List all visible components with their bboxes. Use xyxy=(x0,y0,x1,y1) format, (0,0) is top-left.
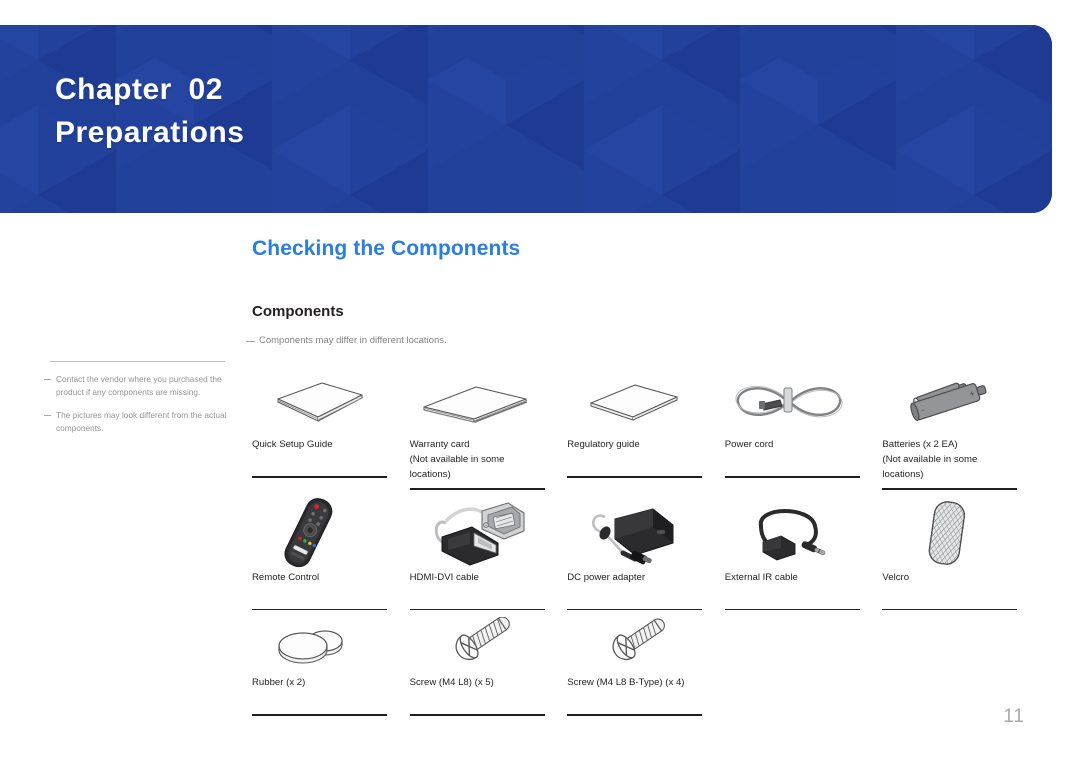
component-item: Screw (M4 L8) (x 5) xyxy=(409,614,568,716)
sidebar-note-text: The pictures may look different from the… xyxy=(56,409,227,434)
component-divider xyxy=(409,714,545,716)
component-caption: DC power adapter xyxy=(567,571,725,605)
component-divider xyxy=(409,608,545,611)
component-label: Regulatory guide xyxy=(567,439,640,450)
component-item: Velcro xyxy=(882,495,1040,611)
component-item: Remote Control xyxy=(252,495,410,611)
regulatory-guide-icon xyxy=(567,366,725,438)
component-caption: Rubber (x 2) xyxy=(252,676,410,710)
components-note-text: Components may differ in different locat… xyxy=(259,335,447,346)
component-divider xyxy=(882,608,1018,611)
component-label: Screw (M4 L8 B-Type) (x 4) xyxy=(567,677,685,689)
component-item-empty xyxy=(725,614,883,716)
component-item: Rubber (x 2) xyxy=(252,614,410,716)
component-label: Power cord xyxy=(724,439,774,450)
component-item: DC power adapter xyxy=(567,495,725,611)
sidebar-notes: Contact the vendor where you purchased t… xyxy=(44,373,236,445)
page-title: Checking the Components xyxy=(252,237,521,260)
component-caption: HDMI-DVI cable xyxy=(410,571,568,605)
warranty-card-icon xyxy=(410,366,568,438)
section-subtitle: Components xyxy=(252,303,344,320)
sidebar-note: The pictures may look different from the… xyxy=(44,409,236,436)
components-note: Components may differ in different locat… xyxy=(246,335,447,346)
rubber-icon xyxy=(252,614,410,676)
component-caption: Screw (M4 L8) (x 5) xyxy=(410,676,568,710)
component-item: Power cord xyxy=(724,366,883,490)
component-item-empty xyxy=(882,614,1040,716)
component-label: Velcro xyxy=(882,571,910,583)
component-item: External IR cable xyxy=(724,495,883,611)
sidebar-divider xyxy=(50,361,225,362)
quick-setup-guide-icon xyxy=(252,366,410,438)
component-item: + + - Batteries (x 2 EA) (Not available xyxy=(882,366,1040,490)
component-label: Warranty card xyxy=(409,439,470,450)
component-caption: Regulatory guide xyxy=(567,438,725,472)
component-divider xyxy=(882,488,1018,490)
screw-m4l8-icon xyxy=(410,614,568,676)
component-sublabel: (Not available in some locations) xyxy=(882,453,978,480)
chapter-name: Preparations xyxy=(55,115,245,149)
component-divider xyxy=(724,608,860,611)
components-grid: Quick Setup Guide Warranty card (Not ava… xyxy=(252,366,1040,716)
component-divider xyxy=(724,476,860,478)
dash-marker-icon xyxy=(44,414,51,416)
component-divider xyxy=(409,488,545,490)
components-row: Quick Setup Guide Warranty card (Not ava… xyxy=(252,366,1040,492)
component-item: HDMI-DVI cable xyxy=(409,495,568,611)
component-caption: Remote Control xyxy=(252,571,410,605)
power-cord-icon xyxy=(725,366,883,438)
component-label: HDMI-DVI cable xyxy=(409,571,479,583)
component-label: Quick Setup Guide xyxy=(252,439,333,450)
page-number: 11 xyxy=(1003,706,1025,727)
component-divider xyxy=(567,608,703,611)
dc-power-adapter-icon xyxy=(567,495,725,571)
component-label: Remote Control xyxy=(252,571,320,583)
component-caption: Batteries (x 2 EA) (Not available in som… xyxy=(882,438,1040,484)
chapter-label: Chapter xyxy=(55,73,172,106)
remote-control-icon xyxy=(252,495,410,571)
manual-page: Chapter 02 Preparations Checking the Comp… xyxy=(0,0,1080,763)
screw-m4l8-btype-icon xyxy=(567,614,725,676)
component-caption: Velcro xyxy=(882,571,1040,605)
component-label: External IR cable xyxy=(724,571,798,583)
chapter-number: 02 xyxy=(188,73,223,106)
component-item: Regulatory guide xyxy=(567,366,725,490)
component-divider xyxy=(252,608,387,611)
component-caption: Screw (M4 L8 B-Type) (x 4) xyxy=(567,676,725,710)
hdmi-dvi-cable-icon xyxy=(410,495,568,571)
dash-marker-icon xyxy=(44,379,51,381)
component-caption: External IR cable xyxy=(725,571,883,605)
component-caption: Quick Setup Guide xyxy=(252,438,410,472)
component-sublabel: (Not available in some locations) xyxy=(409,453,505,480)
component-divider xyxy=(567,714,703,716)
component-label: DC power adapter xyxy=(567,571,646,583)
components-row: Remote Control HDMI-DVI cable DC power a… xyxy=(252,492,1040,611)
velcro-icon xyxy=(882,495,1040,571)
sidebar-note-text: Contact the vendor where you purchased t… xyxy=(56,374,222,398)
component-item: Quick Setup Guide xyxy=(252,366,410,490)
component-item: Warranty card (Not available in some loc… xyxy=(409,366,568,490)
component-item: Screw (M4 L8 B-Type) (x 4) xyxy=(567,614,725,716)
external-ir-cable-icon xyxy=(725,495,883,571)
component-divider xyxy=(567,476,703,478)
batteries-icon: + + - xyxy=(882,366,1040,438)
component-label: Batteries (x 2 EA) xyxy=(882,439,958,450)
component-caption: Warranty card (Not available in some loc… xyxy=(410,438,568,484)
component-label: Screw (M4 L8) (x 5) xyxy=(409,677,494,689)
component-label: Rubber (x 2) xyxy=(252,677,306,689)
dash-marker-icon xyxy=(246,341,255,343)
chapter-title: Chapter 02 Preparations xyxy=(55,69,244,154)
component-caption: Power cord xyxy=(725,438,883,472)
component-divider xyxy=(252,476,387,478)
chapter-banner: Chapter 02 Preparations xyxy=(0,25,1052,213)
component-divider xyxy=(252,714,387,716)
sidebar-note: Contact the vendor where you purchased t… xyxy=(44,373,236,400)
components-row: Rubber (x 2) Screw (M4 L8) (x 5) Screw (… xyxy=(252,610,1040,716)
